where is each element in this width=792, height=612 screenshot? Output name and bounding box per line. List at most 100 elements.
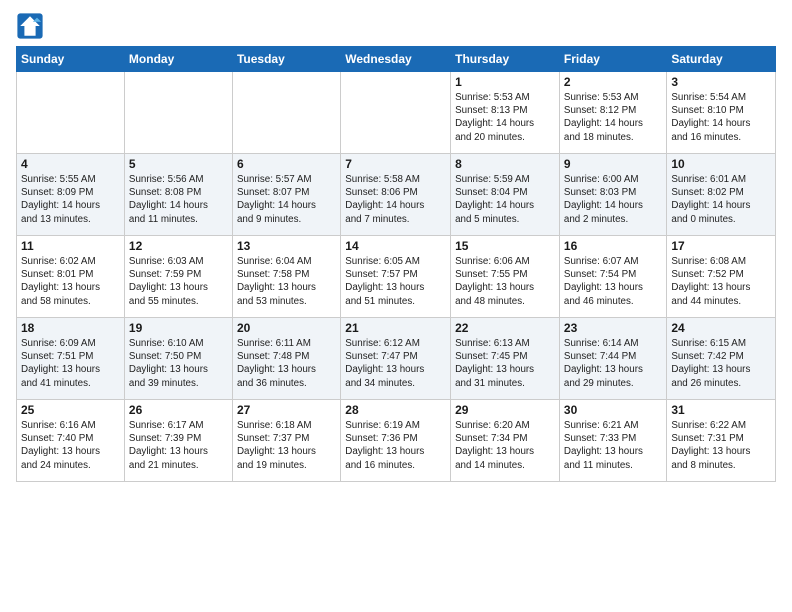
calendar-cell: 1 Sunrise: 5:53 AM Sunset: 8:13 PM Daylig… (451, 72, 560, 154)
calendar-cell: 25Sunrise: 6:16 AM Sunset: 7:40 PM Dayli… (17, 400, 125, 482)
day-number: 9 (564, 157, 662, 171)
week-row-1: 1 Sunrise: 5:53 AM Sunset: 8:13 PM Daylig… (17, 72, 776, 154)
calendar-cell: 12 Sunrise: 6:03 AM Sunset: 7:59 PM Dayli… (124, 236, 232, 318)
calendar-cell: 7 Sunrise: 5:58 AM Sunset: 8:06 PM Daylig… (341, 154, 451, 236)
calendar-cell: 30 Sunrise: 6:21 AM Sunset: 7:33 PM Dayli… (559, 400, 666, 482)
day-number: 20 (237, 321, 336, 335)
day-info: Sunrise: 5:57 AM Sunset: 8:07 PM Dayligh… (237, 173, 336, 226)
day-info: Sunrise: 5:53 AM Sunset: 8:13 PM Dayligh… (455, 91, 555, 144)
calendar-cell: 26 Sunrise: 6:17 AM Sunset: 7:39 PM Dayli… (124, 400, 232, 482)
calendar-body: 1 Sunrise: 5:53 AM Sunset: 8:13 PM Daylig… (17, 72, 776, 482)
day-number: 24 (671, 321, 771, 335)
day-info: Sunrise: 5:53 AM Sunset: 8:12 PM Dayligh… (564, 91, 662, 144)
day-info: Sunrise: 6:01 AM Sunset: 8:02 PM Dayligh… (671, 173, 771, 226)
calendar-cell: 3Sunrise: 5:54 AM Sunset: 8:10 PM Daylig… (667, 72, 776, 154)
calendar-cell (17, 72, 125, 154)
day-number: 1 (455, 75, 555, 89)
day-number: 8 (455, 157, 555, 171)
day-header-tuesday: Tuesday (232, 47, 340, 72)
logo (16, 12, 46, 40)
calendar-cell: 9Sunrise: 6:00 AM Sunset: 8:03 PM Daylig… (559, 154, 666, 236)
day-info: Sunrise: 6:16 AM Sunset: 7:40 PM Dayligh… (21, 419, 120, 472)
day-info: Sunrise: 6:18 AM Sunset: 7:37 PM Dayligh… (237, 419, 336, 472)
day-number: 16 (564, 239, 662, 253)
calendar-cell: 22 Sunrise: 6:13 AM Sunset: 7:45 PM Dayli… (451, 318, 560, 400)
week-row-4: 18Sunrise: 6:09 AM Sunset: 7:51 PM Dayli… (17, 318, 776, 400)
day-number: 6 (237, 157, 336, 171)
day-number: 10 (671, 157, 771, 171)
day-header-saturday: Saturday (667, 47, 776, 72)
day-number: 17 (671, 239, 771, 253)
calendar-cell (124, 72, 232, 154)
day-number: 14 (345, 239, 446, 253)
day-number: 31 (671, 403, 771, 417)
day-info: Sunrise: 5:55 AM Sunset: 8:09 PM Dayligh… (21, 173, 120, 226)
day-info: Sunrise: 6:21 AM Sunset: 7:33 PM Dayligh… (564, 419, 662, 472)
day-info: Sunrise: 6:15 AM Sunset: 7:42 PM Dayligh… (671, 337, 771, 390)
calendar-cell: 14Sunrise: 6:05 AM Sunset: 7:57 PM Dayli… (341, 236, 451, 318)
day-header-sunday: Sunday (17, 47, 125, 72)
day-info: Sunrise: 6:14 AM Sunset: 7:44 PM Dayligh… (564, 337, 662, 390)
day-number: 23 (564, 321, 662, 335)
day-number: 29 (455, 403, 555, 417)
calendar-cell: 16 Sunrise: 6:07 AM Sunset: 7:54 PM Dayli… (559, 236, 666, 318)
header (16, 12, 776, 40)
day-info: Sunrise: 6:08 AM Sunset: 7:52 PM Dayligh… (671, 255, 771, 308)
calendar-cell: 19Sunrise: 6:10 AM Sunset: 7:50 PM Dayli… (124, 318, 232, 400)
day-number: 26 (129, 403, 228, 417)
week-row-5: 25Sunrise: 6:16 AM Sunset: 7:40 PM Dayli… (17, 400, 776, 482)
calendar-cell: 2 Sunrise: 5:53 AM Sunset: 8:12 PM Daylig… (559, 72, 666, 154)
calendar-cell: 6 Sunrise: 5:57 AM Sunset: 8:07 PM Daylig… (232, 154, 340, 236)
day-info: Sunrise: 6:12 AM Sunset: 7:47 PM Dayligh… (345, 337, 446, 390)
day-number: 22 (455, 321, 555, 335)
calendar-cell: 4 Sunrise: 5:55 AM Sunset: 8:09 PM Daylig… (17, 154, 125, 236)
day-info: Sunrise: 6:07 AM Sunset: 7:54 PM Dayligh… (564, 255, 662, 308)
day-info: Sunrise: 6:10 AM Sunset: 7:50 PM Dayligh… (129, 337, 228, 390)
day-number: 12 (129, 239, 228, 253)
calendar-table: SundayMondayTuesdayWednesdayThursdayFrid… (16, 46, 776, 482)
day-info: Sunrise: 6:06 AM Sunset: 7:55 PM Dayligh… (455, 255, 555, 308)
day-info: Sunrise: 5:59 AM Sunset: 8:04 PM Dayligh… (455, 173, 555, 226)
day-number: 3 (671, 75, 771, 89)
day-number: 13 (237, 239, 336, 253)
day-info: Sunrise: 6:04 AM Sunset: 7:58 PM Dayligh… (237, 255, 336, 308)
day-number: 27 (237, 403, 336, 417)
calendar-cell: 21Sunrise: 6:12 AM Sunset: 7:47 PM Dayli… (341, 318, 451, 400)
day-number: 7 (345, 157, 446, 171)
day-number: 2 (564, 75, 662, 89)
calendar-cell: 28Sunrise: 6:19 AM Sunset: 7:36 PM Dayli… (341, 400, 451, 482)
calendar-cell: 20Sunrise: 6:11 AM Sunset: 7:48 PM Dayli… (232, 318, 340, 400)
calendar-cell: 24 Sunrise: 6:15 AM Sunset: 7:42 PM Dayli… (667, 318, 776, 400)
days-header-row: SundayMondayTuesdayWednesdayThursdayFrid… (17, 47, 776, 72)
day-info: Sunrise: 6:19 AM Sunset: 7:36 PM Dayligh… (345, 419, 446, 472)
week-row-3: 11Sunrise: 6:02 AM Sunset: 8:01 PM Dayli… (17, 236, 776, 318)
day-number: 30 (564, 403, 662, 417)
day-header-wednesday: Wednesday (341, 47, 451, 72)
calendar-cell: 15Sunrise: 6:06 AM Sunset: 7:55 PM Dayli… (451, 236, 560, 318)
day-header-monday: Monday (124, 47, 232, 72)
calendar-cell: 13 Sunrise: 6:04 AM Sunset: 7:58 PM Dayli… (232, 236, 340, 318)
week-row-2: 4 Sunrise: 5:55 AM Sunset: 8:09 PM Daylig… (17, 154, 776, 236)
calendar-cell: 27 Sunrise: 6:18 AM Sunset: 7:37 PM Dayli… (232, 400, 340, 482)
day-header-friday: Friday (559, 47, 666, 72)
day-info: Sunrise: 6:22 AM Sunset: 7:31 PM Dayligh… (671, 419, 771, 472)
day-info: Sunrise: 6:17 AM Sunset: 7:39 PM Dayligh… (129, 419, 228, 472)
day-info: Sunrise: 6:13 AM Sunset: 7:45 PM Dayligh… (455, 337, 555, 390)
calendar-cell: 17 Sunrise: 6:08 AM Sunset: 7:52 PM Dayli… (667, 236, 776, 318)
calendar-cell (232, 72, 340, 154)
calendar-cell: 29 Sunrise: 6:20 AM Sunset: 7:34 PM Dayli… (451, 400, 560, 482)
calendar-cell: 23 Sunrise: 6:14 AM Sunset: 7:44 PM Dayli… (559, 318, 666, 400)
calendar-cell: 18Sunrise: 6:09 AM Sunset: 7:51 PM Dayli… (17, 318, 125, 400)
day-info: Sunrise: 6:02 AM Sunset: 8:01 PM Dayligh… (21, 255, 120, 308)
day-info: Sunrise: 6:09 AM Sunset: 7:51 PM Dayligh… (21, 337, 120, 390)
calendar-cell: 11Sunrise: 6:02 AM Sunset: 8:01 PM Dayli… (17, 236, 125, 318)
logo-icon (16, 12, 44, 40)
day-number: 5 (129, 157, 228, 171)
day-info: Sunrise: 6:03 AM Sunset: 7:59 PM Dayligh… (129, 255, 228, 308)
day-info: Sunrise: 6:20 AM Sunset: 7:34 PM Dayligh… (455, 419, 555, 472)
calendar-cell (341, 72, 451, 154)
day-info: Sunrise: 5:56 AM Sunset: 8:08 PM Dayligh… (129, 173, 228, 226)
day-info: Sunrise: 5:58 AM Sunset: 8:06 PM Dayligh… (345, 173, 446, 226)
day-number: 4 (21, 157, 120, 171)
calendar-cell: 8 Sunrise: 5:59 AM Sunset: 8:04 PM Daylig… (451, 154, 560, 236)
